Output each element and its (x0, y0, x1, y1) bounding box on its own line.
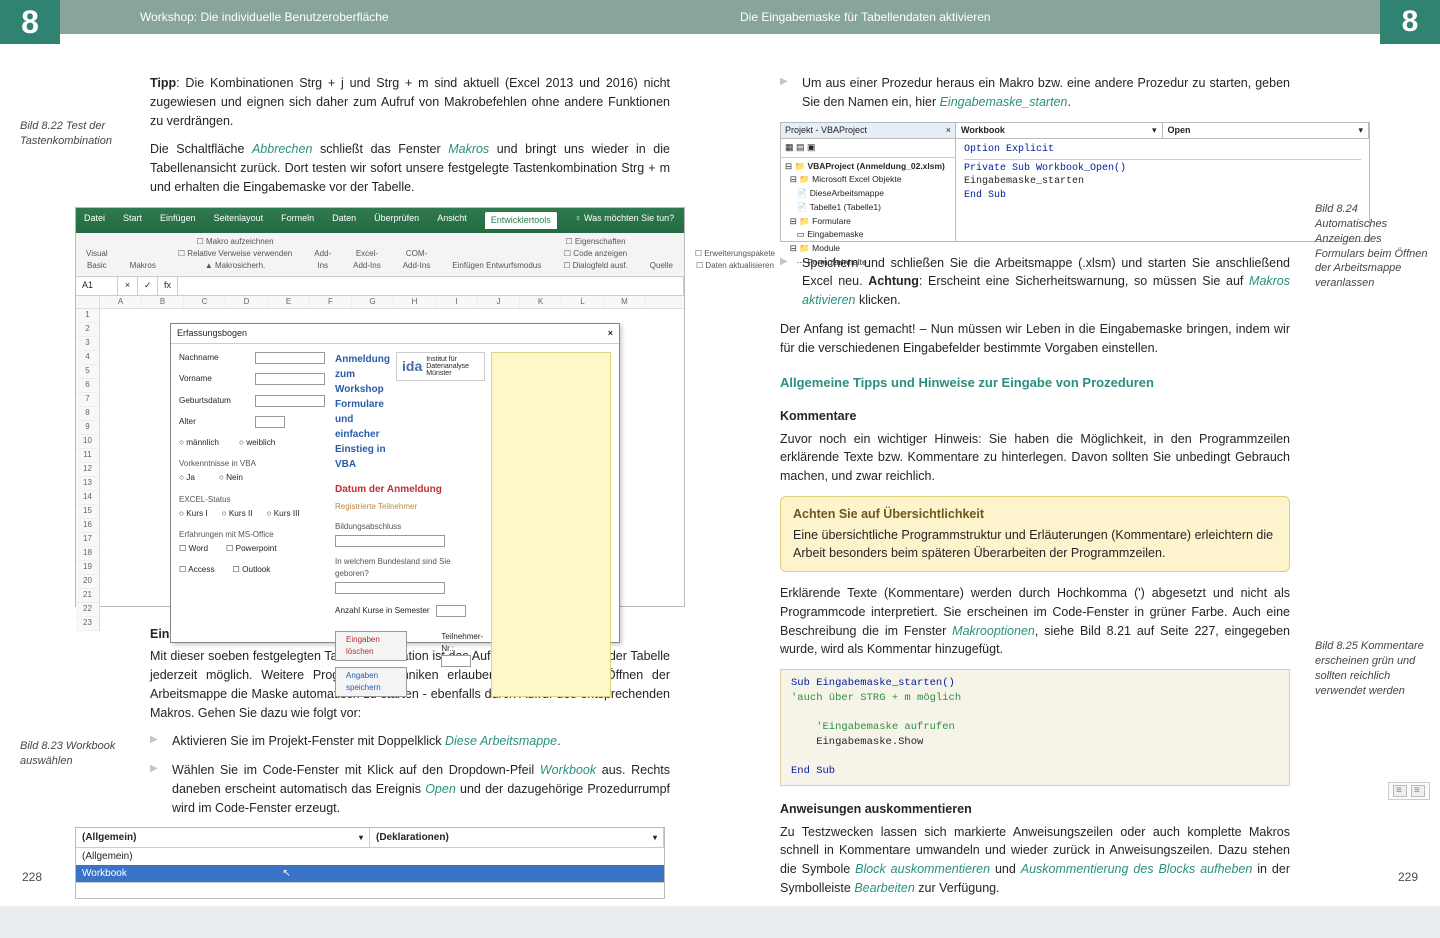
nachname-field[interactable] (255, 352, 325, 364)
excel-col-headers: ABCDEFGHIJKLM (100, 296, 684, 309)
page-number-right: 229 (1398, 870, 1418, 884)
abbrechen-paragraph: Die Schaltfläche Abbrechen schließt das … (150, 140, 670, 196)
link-makros: Makros (448, 142, 489, 156)
chapter-number: 8 (0, 0, 60, 44)
caption-8-25: Bild 8.25 Kommentare erscheinen grün und… (1315, 639, 1430, 698)
tip-paragraph: Tipp: Die Kombinationen Strg + j und Str… (150, 74, 670, 130)
project-explorer: Projekt - VBAProject× ▦ ▤ ▣ ⊟ 📁 VBAProje… (781, 123, 956, 241)
chevron-down-icon[interactable]: ▾ (1152, 124, 1157, 138)
steps-list-right: Um aus einer Prozedur heraus ein Makro b… (780, 74, 1290, 112)
toolbar-icons (1315, 782, 1430, 800)
code-listing: Sub Eingabemaske_starten() 'auch über ST… (780, 669, 1290, 786)
caption-8-24: Bild 8.24 Automatisches Anzeigen des For… (1315, 202, 1430, 291)
auskommentieren-paragraph: Zu Testzwecken lassen sich markierte Anw… (780, 823, 1290, 898)
page-header-left: 8 Workshop: Die individuelle Benutzerobe… (0, 0, 720, 44)
vorname-field[interactable] (255, 373, 325, 385)
excel-toolbar: VisualBasic Makros ☐ Makro aufzeichnen☐ … (76, 233, 684, 277)
excel-row-numbers: 1234567891011121314151617181920212223 (76, 309, 100, 631)
chevron-down-icon[interactable]: ▾ (359, 832, 363, 844)
clear-button[interactable]: Eingaben löschen (335, 631, 407, 661)
link-abbrechen: Abbrechen (252, 142, 312, 156)
form-left-column: Nachname Vorname Geburtsdatum Alter ○ mä… (179, 352, 329, 697)
chevron-down-icon[interactable]: ▾ (653, 832, 657, 844)
code-pane: Option Explicit Private Sub Workbook_Ope… (956, 139, 1369, 241)
teilnehmer-field[interactable] (441, 655, 471, 667)
subhead-kommentare: Kommentare (780, 407, 1290, 426)
bundesland-field[interactable] (335, 582, 445, 594)
list-item: Speichern und schließen Sie die Arbeitsm… (780, 254, 1290, 310)
note-title: Achten Sie auf Übersichtlichkeit (793, 505, 1277, 524)
kommentare-paragraph: Zuvor noch ein wichtiger Hinweis: Sie ha… (780, 430, 1290, 486)
running-head-right: Die Eingabemaske für Tabellendaten aktiv… (720, 0, 1380, 34)
subhead-auskommentieren: Anweisungen auskommentieren (780, 800, 1290, 819)
note-body: Eine übersichtliche Programmstruktur und… (793, 526, 1277, 564)
close-icon[interactable]: × (946, 124, 951, 138)
block-comment-icon[interactable] (1393, 785, 1407, 797)
ida-logo: idaInstitut für Datenanalyse Münster (396, 352, 485, 381)
screenshot-vbe: Projekt - VBAProject× ▦ ▤ ▣ ⊟ 📁 VBAProje… (780, 122, 1370, 242)
book-spread: 8 Workshop: Die individuelle Benutzerobe… (0, 0, 1440, 906)
tip-label: Tipp (150, 76, 176, 90)
list-item: Wählen Sie im Code-Fenster mit Klick auf… (150, 761, 670, 817)
steps-list-right-2: Speichern und schließen Sie die Arbeitsm… (780, 254, 1290, 310)
running-head-left: Workshop: Die individuelle Benutzeroberf… (60, 0, 720, 34)
caption-8-22: Bild 8.22 Test der Tastenkombination (20, 119, 135, 149)
block-uncomment-icon[interactable] (1411, 785, 1425, 797)
alter-field[interactable] (255, 416, 285, 428)
bildung-field[interactable] (335, 535, 445, 547)
excel-name-box: A1 × ✓ fx (76, 277, 684, 296)
dropdown-option[interactable]: (Allgemein) (76, 848, 664, 865)
note-box: Achten Sie auf Übersichtlichkeit Eine üb… (780, 496, 1290, 572)
chevron-down-icon[interactable]: ▾ (1358, 124, 1363, 138)
userform-dialog: Erfassungsbogen × Nachname Vorname Gebur… (170, 323, 620, 643)
page-number-left: 228 (22, 870, 42, 884)
steps-list: Aktivieren Sie im Projekt-Fenster mit Do… (150, 732, 670, 817)
list-item: Um aus einer Prozedur heraus ein Makro b… (780, 74, 1290, 112)
section-heading: Allgemeine Tipps und Hinweise zur Eingab… (780, 373, 1290, 393)
page-body-left: Bild 8.22 Test der Tastenkombination Bil… (0, 44, 720, 929)
screenshot-workbook-dropdown: (Allgemein)▾ (Deklarationen)▾ (Allgemein… (75, 827, 665, 899)
comment-icons (1388, 782, 1430, 800)
screenshot-excel-form: Datei Start Einfügen Seitenlayout Formel… (75, 207, 685, 607)
caption-8-23: Bild 8.23 Workbook auswählen (20, 739, 135, 769)
dropdown-option-selected[interactable]: Workbook ↖ (76, 865, 664, 882)
close-icon[interactable]: × (608, 327, 613, 341)
intro-after-list: Der Anfang ist gemacht! – Nun müssen wir… (780, 320, 1290, 358)
geb-field[interactable] (255, 395, 325, 407)
dialog-title: Erfassungsbogen (177, 327, 247, 341)
save-button[interactable]: Angaben speichern (335, 667, 407, 697)
page-left: 8 Workshop: Die individuelle Benutzerobe… (0, 0, 720, 906)
excel-ribbon: Datei Start Einfügen Seitenlayout Formel… (76, 208, 684, 234)
page-header-right: 8 Die Eingabemaske für Tabellendaten akt… (720, 0, 1440, 44)
page-body-right: Bild 8.24 Automatisches Anzeigen des For… (720, 44, 1440, 938)
form-yellow-panel (491, 352, 611, 697)
chapter-number: 8 (1380, 0, 1440, 44)
page-right: 8 Die Eingabemaske für Tabellendaten akt… (720, 0, 1440, 906)
list-item: Aktivieren Sie im Projekt-Fenster mit Do… (150, 732, 670, 751)
anzahl-field[interactable] (436, 605, 466, 617)
erklaerende-paragraph: Erklärende Texte (Kommentare) werden dur… (780, 584, 1290, 659)
form-right-column: Anmeldung zum Workshop Formulare und ein… (335, 352, 485, 697)
